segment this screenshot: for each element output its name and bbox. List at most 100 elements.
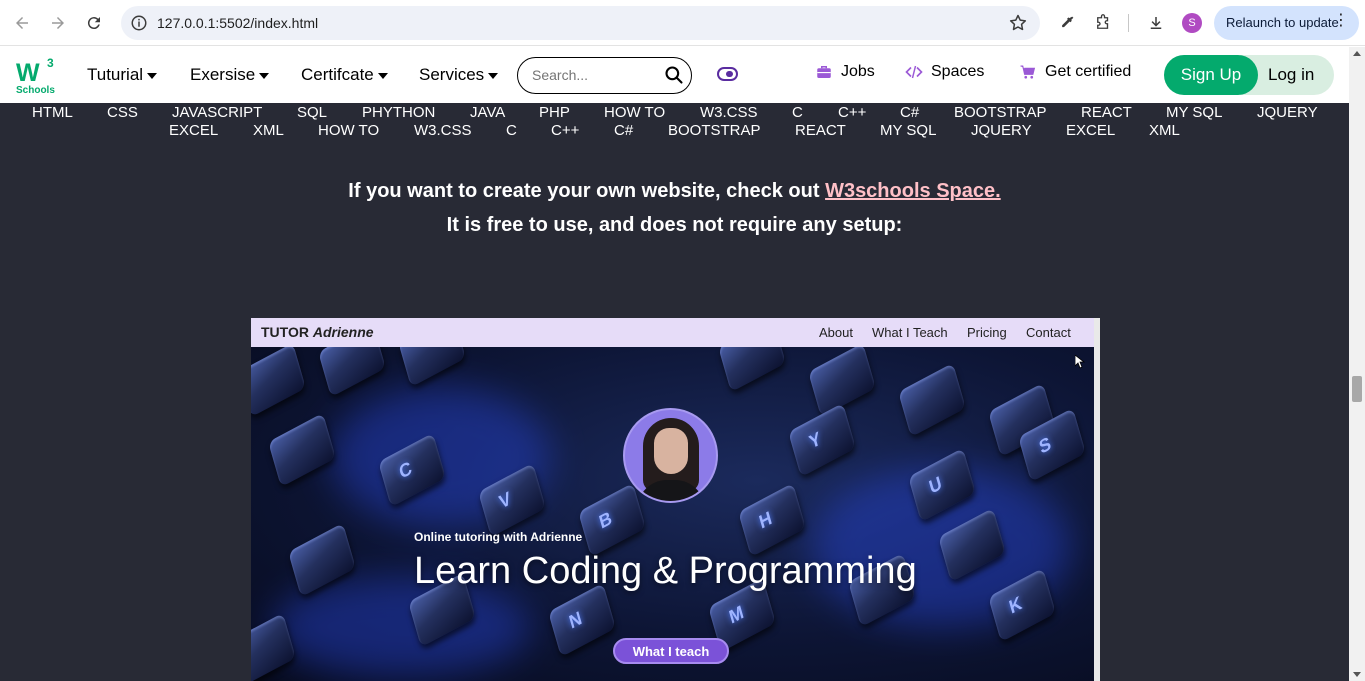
hero-subtitle: Online tutoring with Adrienne <box>414 530 583 544</box>
keyboard-key <box>398 347 466 388</box>
signup-button[interactable]: Sign Up <box>1164 55 1258 95</box>
tutor-nav-what-i-teach[interactable]: What I Teach <box>872 325 948 340</box>
tutor-brand-text: TUTOR <box>261 324 309 340</box>
topic-link[interactable]: EXCEL <box>169 122 218 139</box>
tutor-nav-pricing[interactable]: Pricing <box>967 325 1007 340</box>
keyboard-key <box>318 347 386 398</box>
cart-icon <box>1020 65 1036 79</box>
spaces-label: Spaces <box>931 63 985 80</box>
keyboard-key <box>718 347 786 393</box>
topic-link[interactable]: REACT <box>795 122 846 139</box>
topic-link[interactable]: SQL <box>297 104 327 121</box>
forward-button[interactable] <box>46 11 70 35</box>
caret-down-icon <box>259 72 270 79</box>
jobs-link[interactable]: Jobs <box>815 63 875 81</box>
keyboard-key <box>268 412 336 488</box>
key-label: U <box>926 472 944 498</box>
topic-link[interactable]: HTML <box>32 104 73 121</box>
back-button[interactable] <box>10 11 34 35</box>
eyedropper-icon[interactable] <box>1057 13 1077 33</box>
w3schools-space-link[interactable]: W3schools Space. <box>825 180 1001 202</box>
bookmark-star-icon[interactable] <box>1008 13 1028 33</box>
topic-link[interactable]: PHP <box>539 104 570 121</box>
promo-line-2: It is free to use, and does not require … <box>446 214 903 236</box>
topic-link[interactable]: JAVASCRIPT <box>172 104 262 121</box>
get-certified-link[interactable]: Get certified <box>1019 63 1131 81</box>
avatar-face <box>654 428 688 474</box>
browser-toolbar: 127.0.0.1:5502/index.html S Relaunch to … <box>0 0 1365 46</box>
main-content: HTML CSS JAVASCRIPT SQL PHYTHON JAVA PHP… <box>0 103 1349 681</box>
menu-tutorial[interactable]: Tuturial <box>87 65 158 85</box>
scroll-thumb[interactable] <box>1352 376 1362 402</box>
get-certified-label: Get certified <box>1045 63 1132 80</box>
menu-certificate[interactable]: Certifcate <box>301 65 388 85</box>
menu-certificate-label: Certifcate <box>301 65 374 84</box>
topic-link[interactable]: XML <box>253 122 284 139</box>
topic-link[interactable]: HOW TO <box>318 122 379 139</box>
site-info-icon[interactable] <box>127 11 151 35</box>
topic-link[interactable]: W3.CSS <box>700 104 758 121</box>
forward-icon <box>52 17 64 29</box>
tutor-hero: C V B H U Y S N M K Online tutoring with… <box>251 347 1094 681</box>
keyboard-key <box>898 362 966 438</box>
site-header: W 3 Schools Tuturial Exersise Certifcate… <box>0 47 1349 103</box>
search-icon[interactable] <box>664 65 684 85</box>
w3schools-logo[interactable]: W 3 Schools <box>14 55 58 96</box>
topic-link[interactable]: C# <box>900 104 919 121</box>
key-label: K <box>1006 592 1024 618</box>
logo-subtext: Schools <box>16 85 55 96</box>
menu-exercise[interactable]: Exersise <box>190 65 270 85</box>
topic-link[interactable]: C++ <box>551 122 579 139</box>
toolbar-divider <box>1128 14 1129 32</box>
topic-link[interactable]: MY SQL <box>1166 104 1222 121</box>
spaces-link[interactable]: Spaces <box>905 63 984 81</box>
topic-link[interactable]: JAVA <box>470 104 505 121</box>
address-bar[interactable]: 127.0.0.1:5502/index.html <box>121 6 1040 40</box>
theme-toggle[interactable] <box>717 67 738 81</box>
extensions-icon[interactable] <box>1093 13 1113 33</box>
hero-headline: Learn Coding & Programming <box>414 550 917 592</box>
topics-row-2: EXCEL XML HOW TO W3.CSS C C++ C# BOOTSTR… <box>0 122 1349 140</box>
tutor-nav-about[interactable]: About <box>819 325 853 340</box>
reload-button[interactable] <box>82 11 106 35</box>
topic-link[interactable]: JQUERY <box>971 122 1032 139</box>
topic-link[interactable]: XML <box>1149 122 1180 139</box>
topic-link[interactable]: CSS <box>107 104 138 121</box>
what-i-teach-button[interactable]: What I teach <box>613 638 729 664</box>
topic-link[interactable]: HOW TO <box>604 104 665 121</box>
topic-link[interactable]: PHYTHON <box>362 104 435 121</box>
key-label: H <box>756 507 774 533</box>
profile-avatar[interactable]: S <box>1182 13 1202 33</box>
url-text[interactable]: 127.0.0.1:5502/index.html <box>157 15 318 31</box>
mouse-cursor-icon <box>1075 355 1085 369</box>
topic-link[interactable]: C# <box>614 122 633 139</box>
key-label: Y <box>806 427 824 453</box>
page-scrollbar[interactable] <box>1349 47 1365 681</box>
topic-link[interactable]: JQUERY <box>1257 104 1318 121</box>
topic-link[interactable]: REACT <box>1081 104 1132 121</box>
scroll-down-arrow-icon[interactable] <box>1353 672 1361 677</box>
caret-down-icon <box>377 72 388 79</box>
reload-icon <box>87 17 100 30</box>
topic-link[interactable]: C <box>506 122 517 139</box>
topic-link[interactable]: MY SQL <box>880 122 936 139</box>
topic-link[interactable]: BOOTSTRAP <box>954 104 1047 121</box>
topic-link[interactable]: EXCEL <box>1066 122 1115 139</box>
logo-superscript: 3 <box>47 56 54 70</box>
key-label: C <box>396 457 414 483</box>
toggle-knob <box>726 70 733 77</box>
topic-link[interactable]: C++ <box>838 104 866 121</box>
relaunch-button[interactable]: Relaunch to update ⋮ <box>1214 6 1359 40</box>
topic-link[interactable]: W3.CSS <box>414 122 472 139</box>
frame-scrollbar[interactable] <box>1094 318 1100 681</box>
topic-link[interactable]: BOOTSTRAP <box>668 122 761 139</box>
scroll-up-arrow-icon[interactable] <box>1353 51 1361 56</box>
tutor-brand[interactable]: TUTOR Adrienne <box>261 324 374 340</box>
menu-dots-icon[interactable]: ⋮ <box>1333 13 1349 29</box>
relaunch-label: Relaunch to update <box>1226 15 1339 30</box>
download-icon[interactable] <box>1146 13 1166 33</box>
search-input[interactable] <box>532 67 662 83</box>
topic-link[interactable]: C <box>792 104 803 121</box>
menu-services[interactable]: Services <box>419 65 499 85</box>
tutor-nav-contact[interactable]: Contact <box>1026 325 1071 340</box>
